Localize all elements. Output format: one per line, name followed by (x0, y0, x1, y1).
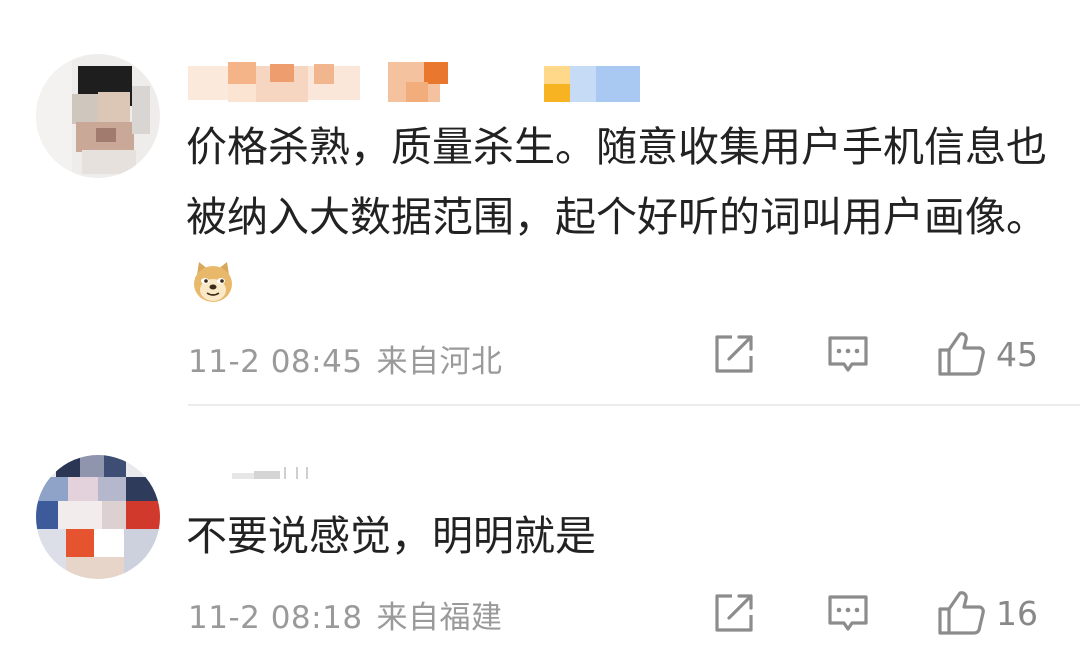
like-button[interactable]: 45 (936, 330, 1038, 378)
comment-time: 11-2 08:18 (188, 600, 363, 636)
comment-location: 来自福建 (376, 600, 503, 636)
thumbs-up-icon (938, 591, 985, 635)
comment-location: 来自河北 (376, 344, 503, 380)
comment-text: 不要说感觉，明明就是 (186, 501, 1056, 571)
comment-time: 11-2 08:45 (188, 344, 363, 380)
username-blurred[interactable] (188, 467, 658, 485)
reply-button[interactable] (826, 330, 870, 378)
doge-emoji (194, 262, 232, 302)
username-blurred[interactable] (188, 62, 658, 102)
share-icon (715, 594, 753, 632)
comment-icon (828, 336, 868, 372)
comment-text: 价格杀熟，质量杀生。随意收集用户手机信息也被纳入大数据范围，起个好听的词叫用户画… (186, 112, 1056, 322)
share-button[interactable] (712, 589, 756, 637)
comment-item: 价格杀熟，质量杀生。随意收集用户手机信息也被纳入大数据范围，起个好听的词叫用户画… (0, 0, 1080, 406)
comment-item: 不要说感觉，明明就是 11-2 08:18 来自福建 16 (0, 405, 1080, 659)
share-icon (715, 335, 753, 373)
avatar[interactable] (36, 54, 160, 178)
comment-meta: 11-2 08:45 来自河北 (188, 336, 503, 381)
comment-icon (828, 595, 868, 631)
comment-text-body: 价格杀熟，质量杀生。随意收集用户手机信息也被纳入大数据范围，起个好听的词叫用户画… (186, 123, 1047, 241)
thumbs-up-icon (938, 332, 985, 376)
avatar[interactable] (36, 455, 160, 579)
comment-text-body: 不要说感觉，明明就是 (186, 512, 596, 560)
share-button[interactable] (712, 330, 756, 378)
like-count: 45 (996, 334, 1038, 374)
like-count: 16 (996, 593, 1038, 633)
like-button[interactable]: 16 (936, 589, 1038, 637)
reply-button[interactable] (826, 589, 870, 637)
comment-meta: 11-2 08:18 来自福建 (188, 592, 503, 637)
